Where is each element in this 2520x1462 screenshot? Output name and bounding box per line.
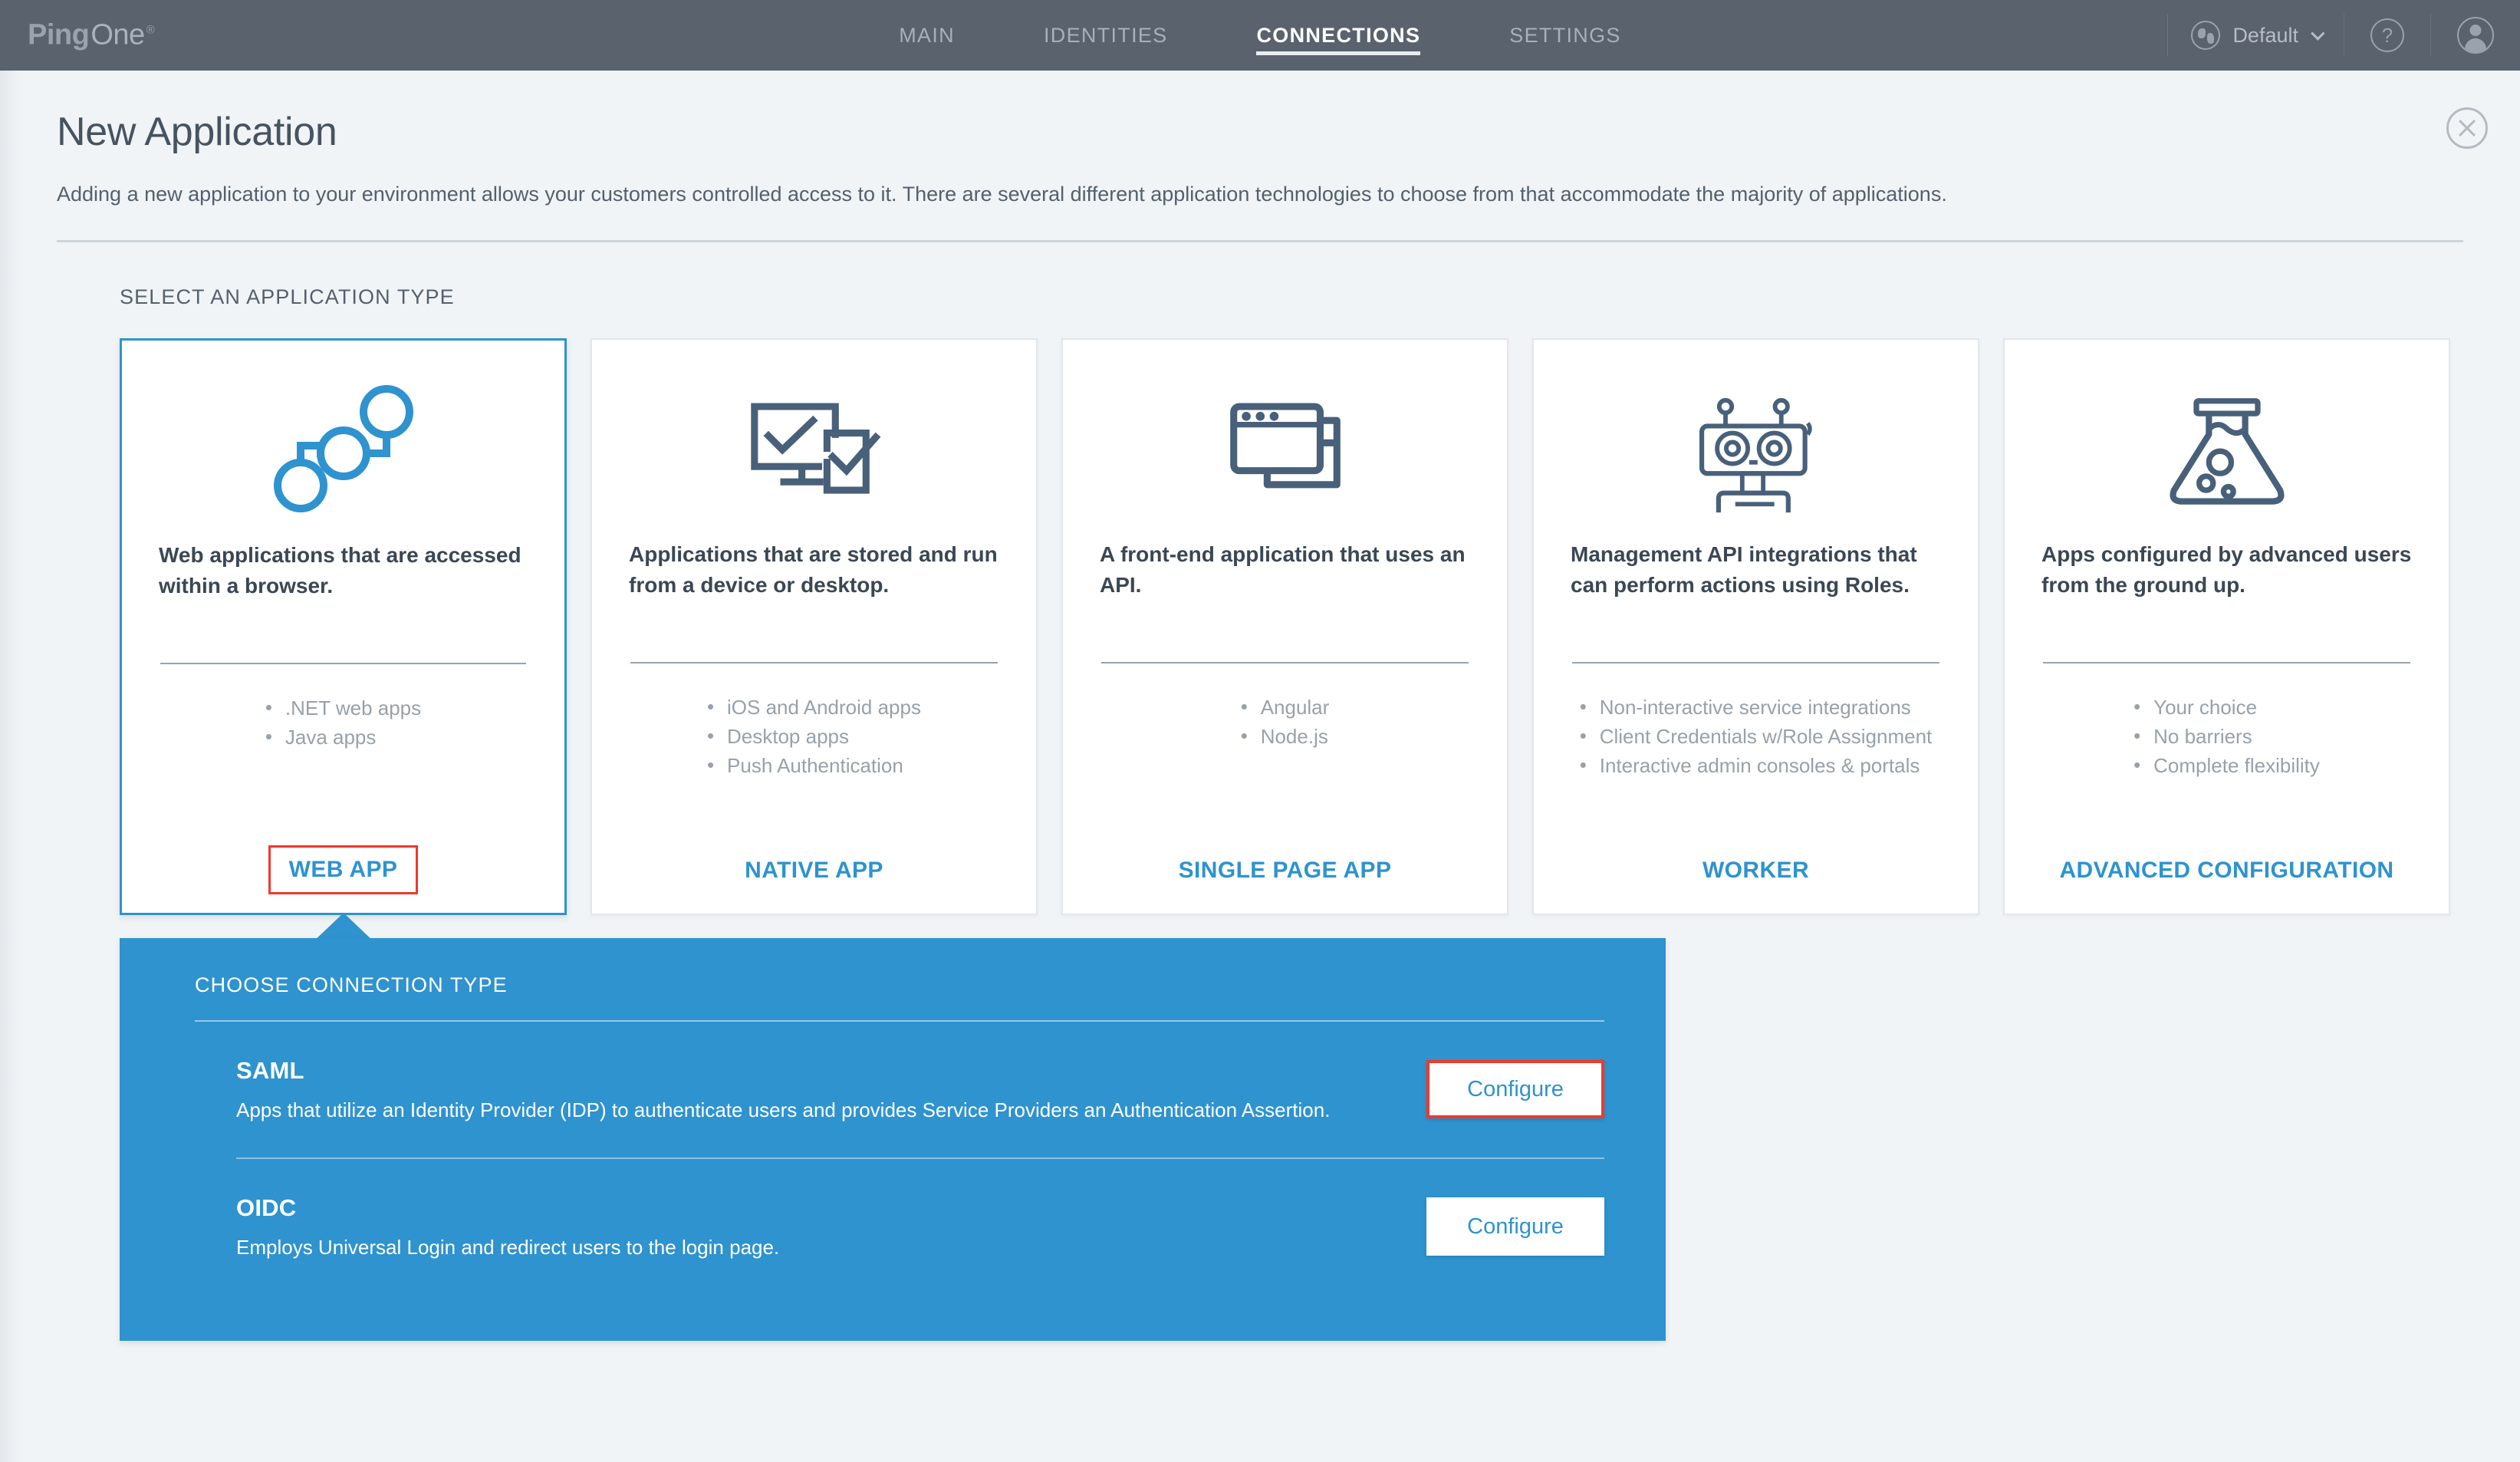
card-bullet-item: Angular xyxy=(1241,693,1330,722)
advanced-configuration-button[interactable]: ADVANCED CONFIGURATION xyxy=(2041,848,2412,893)
application-type-card-list: Web applications that are accessed withi… xyxy=(120,338,2479,915)
card-description: A front-end application that uses an API… xyxy=(1063,539,1507,662)
user-account-button[interactable] xyxy=(2431,0,2520,71)
page-content: New Application Adding a new application… xyxy=(0,71,2520,1462)
app-type-card-single-page-app[interactable]: A front-end application that uses an API… xyxy=(1061,338,1508,915)
nav-tab-identities[interactable]: IDENTITIES xyxy=(1044,0,1168,71)
app-type-card-web-app[interactable]: Web applications that are accessed withi… xyxy=(120,338,567,915)
card-bullet-list: Your choice No barriers Complete flexibi… xyxy=(2005,663,2449,828)
connection-name: SAML xyxy=(236,1057,1426,1085)
main-nav-tabs: MAIN IDENTITIES CONNECTIONS SETTINGS xyxy=(0,0,2520,71)
nav-tab-main[interactable]: MAIN xyxy=(899,0,955,71)
card-bullet-list: iOS and Android apps Desktop apps Push A… xyxy=(592,663,1036,828)
card-bullet-item: Push Authentication xyxy=(707,751,921,780)
card-description: Applications that are stored and run fro… xyxy=(592,539,1036,662)
card-bullet-item: No barriers xyxy=(2133,722,2320,751)
help-button[interactable]: ? xyxy=(2344,0,2430,71)
desktop-device-check-icon xyxy=(592,340,1036,539)
card-bullet-item: Node.js xyxy=(1241,722,1330,751)
configure-oidc-button[interactable]: Configure xyxy=(1426,1197,1604,1256)
card-description: Management API integrations that can per… xyxy=(1534,539,1978,662)
close-icon[interactable] xyxy=(2446,107,2488,149)
card-bullet-item: Desktop apps xyxy=(707,722,921,751)
card-bullet-item: iOS and Android apps xyxy=(707,693,921,722)
page-title: New Application xyxy=(57,110,2463,154)
card-bullet-item: Non-interactive service integrations xyxy=(1580,693,1933,722)
card-cta-row: ADVANCED CONFIGURATION xyxy=(2005,828,2449,914)
card-bullet-item: .NET web apps xyxy=(265,693,421,723)
choose-connection-type-panel: CHOOSE CONNECTION TYPE SAML Apps that ut… xyxy=(120,938,1666,1341)
card-bullet-item: Complete flexibility xyxy=(2133,751,2320,780)
web-app-button[interactable]: WEB APP xyxy=(268,845,419,894)
robot-icon xyxy=(1534,340,1978,539)
single-page-app-button[interactable]: SINGLE PAGE APP xyxy=(1160,848,1410,893)
card-bullet-item: Interactive admin consoles & portals xyxy=(1580,751,1933,780)
card-cta-row: SINGLE PAGE APP xyxy=(1063,828,1507,914)
card-bullet-item: Client Credentials w/Role Assignment xyxy=(1580,722,1933,751)
connection-row-oidc[interactable]: OIDC Employs Universal Login and redirec… xyxy=(161,1159,1624,1295)
user-avatar-icon xyxy=(2457,17,2494,54)
flask-icon xyxy=(2005,340,2449,539)
connection-name: OIDC xyxy=(236,1194,1426,1222)
browser-windows-icon xyxy=(1063,340,1507,539)
app-type-card-advanced-configuration[interactable]: Apps configured by advanced users from t… xyxy=(2003,338,2450,915)
card-bullet-list: Angular Node.js xyxy=(1063,663,1507,828)
app-type-card-worker[interactable]: Management API integrations that can per… xyxy=(1532,338,1979,915)
help-circle-icon: ? xyxy=(2370,18,2404,52)
connection-description: Employs Universal Login and redirect use… xyxy=(236,1236,1426,1259)
worker-button[interactable]: WORKER xyxy=(1684,848,1827,893)
top-navigation-bar: PingOne® MAIN IDENTITIES CONNECTIONS SET… xyxy=(0,0,2520,71)
nav-tab-settings[interactable]: SETTINGS xyxy=(1509,0,1620,71)
card-description: Web applications that are accessed withi… xyxy=(122,540,564,663)
connection-row-texts: SAML Apps that utilize an Identity Provi… xyxy=(236,1057,1426,1122)
connection-row-texts: OIDC Employs Universal Login and redirec… xyxy=(236,1194,1426,1259)
nav-right-controls: Default ? xyxy=(2167,0,2520,71)
nav-tab-connections[interactable]: CONNECTIONS xyxy=(1256,0,1420,71)
app-type-card-native-app[interactable]: Applications that are stored and run fro… xyxy=(591,338,1038,915)
network-nodes-icon xyxy=(122,341,564,540)
card-bullet-list: Non-interactive service integrations Cli… xyxy=(1534,663,1978,828)
chevron-down-icon xyxy=(2311,26,2324,40)
connection-description: Apps that utilize an Identity Provider (… xyxy=(236,1098,1426,1122)
header-divider xyxy=(57,240,2463,242)
card-cta-row: WORKER xyxy=(1534,828,1978,914)
card-description: Apps configured by advanced users from t… xyxy=(2005,539,2449,662)
card-cta-row: WEB APP xyxy=(122,827,564,913)
configure-saml-button[interactable]: Configure xyxy=(1426,1060,1604,1118)
section-label-application-type: SELECT AN APPLICATION TYPE xyxy=(120,285,2520,309)
environment-label: Default xyxy=(2232,24,2298,48)
card-bullet-item: Your choice xyxy=(2133,693,2320,722)
page-description: Adding a new application to your environ… xyxy=(57,180,2463,209)
native-app-button[interactable]: NATIVE APP xyxy=(726,848,902,893)
card-bullet-list: .NET web apps Java apps xyxy=(122,664,564,827)
card-bullet-item: Java apps xyxy=(265,723,421,752)
globe-icon xyxy=(2191,21,2220,50)
page-header: New Application Adding a new application… xyxy=(0,71,2520,209)
connection-row-saml[interactable]: SAML Apps that utilize an Identity Provi… xyxy=(161,1022,1624,1157)
environment-selector[interactable]: Default xyxy=(2168,0,2344,71)
connection-panel-title: CHOOSE CONNECTION TYPE xyxy=(161,973,1624,997)
card-cta-row: NATIVE APP xyxy=(592,828,1036,914)
